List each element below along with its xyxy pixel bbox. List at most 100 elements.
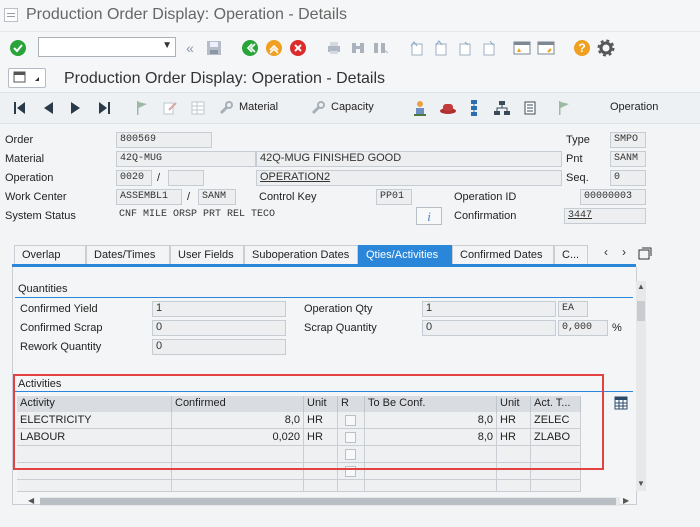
scroll-thumb[interactable] [40, 498, 616, 505]
capacity-icon[interactable] [308, 98, 328, 118]
help-icon[interactable]: ? [572, 38, 592, 58]
find-icon[interactable] [348, 38, 368, 58]
suboperation-field[interactable] [168, 170, 204, 186]
last-record-icon[interactable] [94, 98, 114, 118]
tab-confirmed-dates[interactable]: Confirmed Dates [452, 245, 554, 265]
first-record-icon[interactable] [10, 98, 30, 118]
operation-description: OPERATION2 [256, 170, 562, 186]
table-cell-empty[interactable] [338, 480, 365, 492]
order-label: Order [5, 134, 34, 146]
table-cell-empty[interactable] [17, 480, 172, 492]
scrap-qty-field[interactable]: 0 [422, 320, 556, 336]
menu-button[interactable] [8, 68, 46, 88]
work-center-label: Work Center [5, 191, 67, 203]
next-page-icon[interactable] [454, 38, 474, 58]
cancel-icon[interactable] [288, 38, 308, 58]
material-field[interactable]: 42Q-MUG [116, 151, 256, 167]
new-session-icon[interactable] [512, 38, 532, 58]
enter-icon[interactable] [8, 38, 28, 58]
scroll-left-icon[interactable]: ◀ [28, 496, 34, 505]
material-description: 42Q-MUG FINISHED GOOD [256, 151, 562, 167]
confirmed-yield-field[interactable]: 1 [152, 301, 286, 317]
table-cell-empty[interactable] [497, 480, 531, 492]
flag-icon[interactable] [132, 98, 152, 118]
print-icon[interactable] [324, 38, 344, 58]
vertical-scrollbar[interactable]: ▲ ▼ [636, 281, 646, 491]
scroll-down-icon[interactable]: ▼ [637, 479, 645, 488]
operation-qty-label: Operation Qty [304, 303, 373, 315]
operation-qty-field[interactable]: 1 [422, 301, 556, 317]
tab-more[interactable]: C... [554, 245, 588, 265]
back-icon[interactable] [240, 38, 260, 58]
scroll-up-icon[interactable]: ▲ [637, 282, 645, 291]
command-field[interactable]: ▼ [38, 37, 176, 57]
scroll-thumb[interactable] [637, 301, 645, 321]
status-info-button[interactable]: i [416, 207, 442, 225]
table-cell-empty[interactable] [365, 480, 497, 492]
save-icon[interactable] [204, 38, 224, 58]
shortcut-icon[interactable] [536, 38, 556, 58]
tab-overlap[interactable]: Overlap [14, 245, 86, 265]
scrap-qty-label: Scrap Quantity [304, 322, 377, 334]
scrap-percent-field[interactable]: 0,000 [558, 320, 608, 336]
last-page-icon[interactable] [478, 38, 498, 58]
order-field[interactable]: 800569 [116, 132, 212, 148]
work-center-field[interactable]: ASSEMBL1 [116, 189, 182, 205]
type-field[interactable]: SMPO [610, 132, 646, 148]
chevron-right-icon[interactable]: › [622, 245, 626, 259]
plant-field[interactable]: SANM [610, 151, 646, 167]
quantities-title: Quantities [18, 283, 68, 295]
operation-id-field[interactable]: 00000003 [580, 189, 646, 205]
previous-record-icon[interactable] [38, 98, 58, 118]
gear-icon[interactable] [596, 38, 616, 58]
chevron-left-icon[interactable]: ‹ [604, 245, 608, 259]
table-settings-icon[interactable] [614, 396, 628, 413]
table-cell-empty[interactable] [531, 480, 581, 492]
material-button[interactable]: Material [239, 101, 278, 113]
chevron-down-icon[interactable]: ▼ [162, 40, 172, 51]
tab-qties-activities[interactable]: Qties/Activities [358, 245, 452, 265]
operation-button[interactable]: Operation [610, 101, 658, 113]
hat-icon[interactable] [438, 98, 458, 118]
horizontal-scrollbar[interactable] [40, 497, 620, 506]
confirmation-label: Confirmation [454, 210, 517, 222]
exit-icon[interactable] [264, 38, 284, 58]
capacity-button[interactable]: Capacity [331, 101, 374, 113]
confirmation-value[interactable]: 3447 [568, 210, 592, 221]
people-icon[interactable] [410, 98, 430, 118]
rework-qty-field[interactable]: 0 [152, 339, 286, 355]
next-record-icon[interactable] [66, 98, 86, 118]
find-next-icon[interactable] [370, 38, 390, 58]
tab-suboperation-dates[interactable]: Suboperation Dates [244, 245, 358, 265]
confirmed-scrap-field[interactable]: 0 [152, 320, 286, 336]
work-center-plant-field[interactable]: SANM [198, 189, 236, 205]
percent-sign: % [612, 322, 622, 334]
operation-field[interactable]: 0020 [116, 170, 152, 186]
table-cell-empty[interactable] [304, 480, 338, 492]
structure-icon[interactable] [464, 98, 484, 118]
app-icon [4, 8, 18, 22]
edit-icon[interactable] [160, 98, 180, 118]
document-icon[interactable] [520, 98, 540, 118]
quantities-divider [15, 297, 633, 298]
tab-list-icon[interactable] [638, 247, 652, 264]
operation-qty-unit[interactable]: EA [558, 301, 588, 317]
first-page-icon[interactable] [406, 38, 426, 58]
confirmed-scrap-label: Confirmed Scrap [20, 322, 103, 334]
plant-label: Pnt [566, 153, 583, 165]
table-cell-empty[interactable] [172, 480, 304, 492]
material-label: Material [5, 153, 45, 165]
hierarchy-icon[interactable] [492, 98, 512, 118]
material-icon[interactable] [216, 98, 236, 118]
title-bar: Production Order Display: Operation - De… [0, 0, 700, 32]
previous-page-icon[interactable] [430, 38, 450, 58]
tab-dates-times[interactable]: Dates/Times [86, 245, 170, 265]
scroll-right-icon[interactable]: ▶ [623, 496, 629, 505]
double-left-icon[interactable]: « [180, 38, 200, 58]
operation-flag-icon[interactable] [554, 98, 574, 118]
table-icon[interactable] [188, 98, 208, 118]
tab-user-fields[interactable]: User Fields [170, 245, 244, 265]
seq-field[interactable]: 0 [610, 170, 646, 186]
confirmation-field[interactable]: 3447 [564, 208, 646, 224]
control-key-field[interactable]: PP01 [376, 189, 412, 205]
